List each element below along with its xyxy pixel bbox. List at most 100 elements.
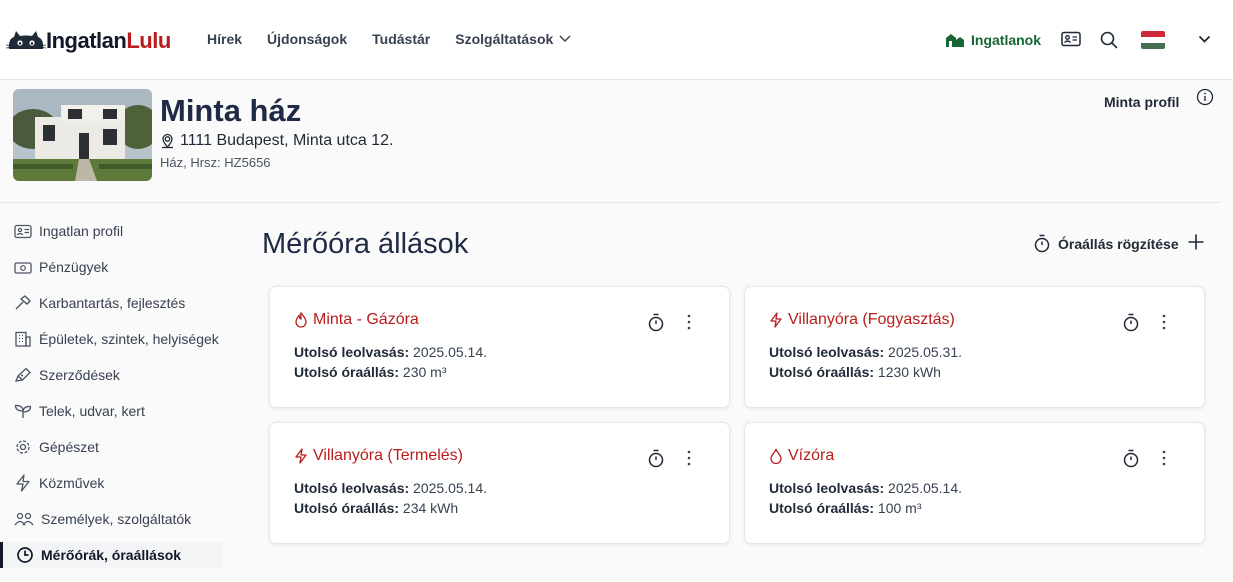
sidebar-item-label: Telek, udvar, kert [39,403,145,419]
sidebar-item-mechanical[interactable]: Gépészet [0,434,222,460]
last-reading-date: 2025.05.31. [888,344,963,360]
last-value-line: Utolsó óraállás: 100 m³ [769,500,922,516]
stopwatch-icon [1123,313,1139,332]
chevron-down-icon [559,35,571,42]
property-title: Minta ház [160,93,302,128]
sidebar-item-garden[interactable]: Telek, udvar, kert [0,398,222,424]
houses-icon [946,34,964,47]
last-reading-label: Utolsó leolvasás: [294,480,410,496]
gear-icon [16,440,30,454]
kebab-menu-icon [1162,450,1166,466]
meter-title[interactable]: Minta - Gázóra [294,311,419,329]
logo[interactable]: IngatlanLulu [6,27,171,55]
meter-card[interactable]: Vízóra Utolsó leolvasás: 2025.05.14. Uto… [744,422,1205,544]
meter-name: Vízóra [788,447,835,464]
last-value-label: Utolsó óraállás: [294,364,400,380]
nav-knowledge-base[interactable]: Tudástár [372,31,430,47]
last-reading-line: Utolsó leolvasás: 2025.05.14. [294,344,487,360]
sidebar-item-maintenance[interactable]: Karbantartás, fejlesztés [0,290,222,316]
last-value: 234 kWh [402,500,459,516]
sidebar-item-label: Pénzügyek [39,259,109,275]
nav-news[interactable]: Hírek [207,31,242,47]
more-options-button[interactable] [684,313,694,336]
add-meter-button[interactable] [1187,233,1205,256]
profile-label[interactable]: Minta profil [1104,94,1179,110]
more-options-button[interactable] [1159,313,1169,336]
sidebar-item-people[interactable]: Személyek, szolgáltatók [0,506,222,532]
search-button[interactable] [1100,31,1118,49]
meter-card[interactable]: Minta - Gázóra Utolsó leolvasás: 2025.05… [269,286,730,408]
nav-services-label: Szolgáltatások [455,31,554,47]
id-card-button[interactable] [1061,31,1081,47]
id-card-icon [1061,31,1081,47]
sidebar-item-buildings[interactable]: Épületek, szintek, helyiségek [0,326,222,352]
last-reading-date: 2025.05.14. [413,480,488,496]
id-card-icon [14,224,32,238]
property-header: Minta ház 1111 Budapest, Minta utca 12. … [0,81,1233,203]
meter-title[interactable]: Vízóra [769,447,834,465]
properties-link-label: Ingatlanok [971,32,1042,48]
plus-icon [1188,234,1204,250]
lightning-icon [16,474,30,492]
sidebar-item-label: Személyek, szolgáltatók [41,511,192,527]
banknote-icon [14,261,32,274]
properties-link[interactable]: Ingatlanok [945,32,1041,48]
last-value: 230 m³ [402,364,447,380]
last-reading-line: Utolsó leolvasás: 2025.05.14. [769,480,962,496]
location-pin-icon [162,133,173,149]
meter-title[interactable]: Villanyóra (Termelés) [294,447,463,465]
add-reading-button[interactable]: Óraállás rögzítése [1033,234,1179,253]
last-reading-line: Utolsó leolvasás: 2025.05.14. [294,480,487,496]
last-reading-line: Utolsó leolvasás: 2025.05.31. [769,344,962,360]
add-reading-label: Óraállás rögzítése [1058,235,1179,252]
meter-name: Villanyóra (Fogyasztás) [788,311,955,328]
record-reading-button[interactable] [1122,313,1140,337]
sidebar-item-finances[interactable]: Pénzügyek [0,254,222,280]
kebab-menu-icon [1162,314,1166,330]
top-navbar: IngatlanLulu Hírek Újdonságok Tudástár S… [0,0,1233,80]
last-value-line: Utolsó óraállás: 234 kWh [294,500,458,516]
meter-name: Minta - Gázóra [313,311,419,328]
stopwatch-icon [648,449,664,468]
cat-logo-icon [6,31,46,49]
more-options-button[interactable] [684,449,694,472]
meter-card[interactable]: Villanyóra (Fogyasztás) Utolsó leolvasás… [744,286,1205,408]
property-photo [13,89,152,181]
info-button[interactable] [1196,88,1214,111]
sidebar-item-label: Gépészet [39,439,99,455]
sidebar-item-meters[interactable]: Mérőórák, óraállások [0,542,222,568]
property-address-text: 1111 Budapest, Minta utca 12. [180,132,394,149]
account-menu-button[interactable] [1198,35,1211,44]
building-icon [15,331,31,347]
record-reading-button[interactable] [1122,449,1140,473]
header-divider [0,202,1221,203]
pen-icon [14,367,31,382]
last-reading-date: 2025.05.14. [413,344,488,360]
last-value: 1230 kWh [877,364,941,380]
brand-part2: Lulu [126,28,171,53]
sidebar-item-label: Közművek [39,475,105,491]
language-flag-hu[interactable] [1141,31,1165,49]
hammer-icon [15,295,31,310]
page-title: Mérőóra állások [262,228,469,260]
property-address: 1111 Budapest, Minta utca 12. [160,132,393,150]
stopwatch-icon [648,313,664,332]
sidebar-item-contracts[interactable]: Szerződések [0,362,222,388]
record-reading-button[interactable] [647,313,665,337]
meter-card[interactable]: Villanyóra (Termelés) Utolsó leolvasás: … [269,422,730,544]
meter-title[interactable]: Villanyóra (Fogyasztás) [769,311,955,329]
sidebar-item-utilities[interactable]: Közművek [0,470,222,496]
record-reading-button[interactable] [647,449,665,473]
flame-icon [295,312,307,328]
chevron-down-icon [1198,35,1211,43]
search-icon [1100,31,1118,49]
kebab-menu-icon [687,314,691,330]
last-value: 100 m³ [877,500,922,516]
sidebar-item-label: Szerződések [39,367,120,383]
clock-icon [17,547,33,563]
nav-updates[interactable]: Újdonságok [267,31,347,47]
sidebar-item-property-profile[interactable]: Ingatlan profil [0,218,222,244]
nav-services[interactable]: Szolgáltatások [455,31,571,47]
sidebar-item-label: Karbantartás, fejlesztés [39,295,186,311]
more-options-button[interactable] [1159,449,1169,472]
